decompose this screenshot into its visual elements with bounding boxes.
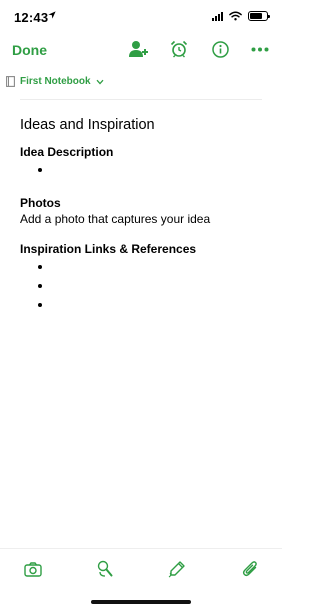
home-indicator [91,600,191,604]
reminder-button[interactable] [168,39,190,59]
pen-icon [168,561,185,578]
battery-icon [248,11,270,21]
list-item[interactable] [20,296,265,315]
camera-button[interactable] [23,559,43,579]
microphone-icon [97,560,113,577]
note-title[interactable]: Ideas and Inspiration [20,117,265,133]
note-editor[interactable]: Ideas and Inspiration Idea Description P… [20,117,265,315]
divider [20,99,262,100]
note-toolbar: Done [0,34,282,64]
list-item[interactable] [20,277,265,296]
location-arrow-icon [48,11,56,19]
status-indicators [212,11,270,21]
photo-prompt-text: Add a photo that captures your idea [20,212,211,226]
paperclip-icon [242,561,257,577]
more-options-icon [251,47,269,51]
notebook-selector[interactable]: First Notebook [6,76,104,87]
status-bar: 12:43 [0,0,282,34]
wifi-icon [229,11,242,21]
section-heading: Photos [20,196,61,210]
add-person-icon [129,41,148,57]
cellular-signal-icon [212,11,223,21]
notebook-name: First Notebook [20,76,91,87]
more-options-button[interactable] [249,39,271,59]
battery-level [250,13,262,19]
audio-button[interactable] [95,559,115,579]
note-info-button[interactable] [209,39,231,59]
info-icon [211,40,229,58]
chevron-down-icon [96,79,104,84]
attachment-button[interactable] [240,559,260,579]
section-heading: Idea Description [20,145,114,159]
bottom-toolbar [0,548,282,611]
sketch-button[interactable] [167,559,187,579]
list-item[interactable] [20,258,265,277]
camera-icon [24,561,42,577]
alarm-clock-icon [170,40,188,58]
notebook-icon [6,76,15,87]
status-time: 12:43 [14,10,49,25]
section-heading: Inspiration Links & References [20,242,197,256]
list-item[interactable] [20,161,265,180]
done-button[interactable]: Done [12,42,47,58]
share-button[interactable] [128,39,150,59]
